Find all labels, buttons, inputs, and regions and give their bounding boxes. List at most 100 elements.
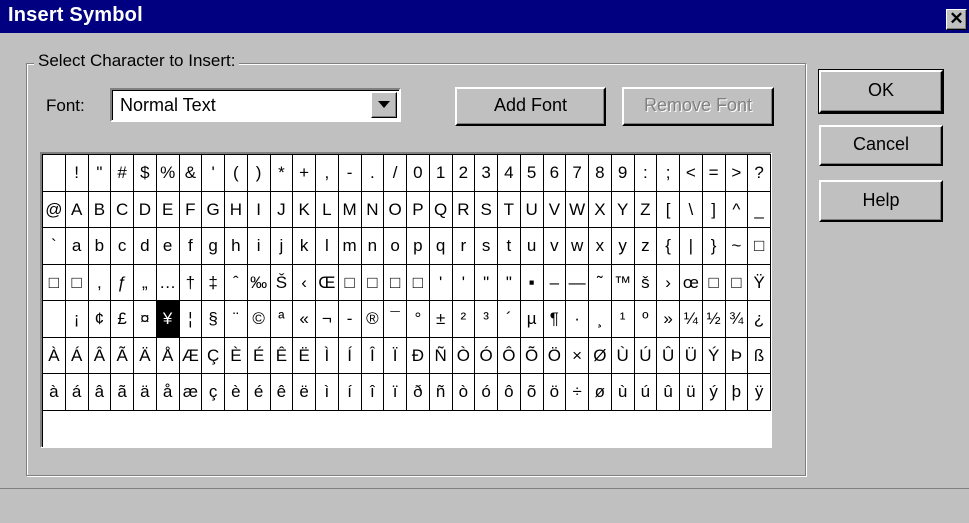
- char-cell[interactable]: 2: [452, 155, 476, 192]
- char-cell[interactable]: ¢: [88, 301, 112, 338]
- char-cell[interactable]: ‹: [293, 264, 316, 301]
- char-cell[interactable]: e: [156, 228, 180, 265]
- char-cell[interactable]: °: [407, 301, 430, 338]
- char-cell[interactable]: /: [384, 155, 407, 192]
- char-cell[interactable]: †: [179, 264, 203, 301]
- char-cell[interactable]: ®: [361, 301, 385, 338]
- char-cell[interactable]: á: [65, 374, 89, 411]
- add-font-button[interactable]: Add Font: [455, 87, 606, 126]
- char-cell[interactable]: E: [156, 191, 180, 228]
- char-cell[interactable]: k: [293, 228, 316, 265]
- char-cell[interactable]: D: [134, 191, 157, 228]
- char-cell[interactable]: Ò: [452, 337, 476, 374]
- char-cell[interactable]: .: [361, 155, 385, 192]
- char-cell[interactable]: ": [475, 264, 498, 301]
- char-cell[interactable]: □: [725, 264, 749, 301]
- char-cell[interactable]: B: [88, 191, 112, 228]
- char-cell[interactable]: ‰: [247, 264, 271, 301]
- char-cell[interactable]: }: [702, 228, 726, 265]
- char-cell[interactable]: ñ: [429, 374, 453, 411]
- char-cell[interactable]: 1: [429, 155, 453, 192]
- char-cell[interactable]: ¦: [179, 301, 203, 338]
- char-cell[interactable]: ': [452, 264, 476, 301]
- char-cell[interactable]: S: [475, 191, 498, 228]
- char-cell[interactable]: y: [611, 228, 635, 265]
- char-cell[interactable]: ×: [566, 337, 589, 374]
- char-cell[interactable]: ª: [270, 301, 294, 338]
- char-cell[interactable]: Ÿ: [748, 264, 771, 301]
- char-cell[interactable]: è: [225, 374, 248, 411]
- char-cell[interactable]: È: [225, 337, 248, 374]
- char-cell[interactable]: 6: [543, 155, 567, 192]
- char-cell[interactable]: ": [88, 155, 112, 192]
- char-cell[interactable]: \: [680, 191, 703, 228]
- close-button[interactable]: ✕: [946, 9, 967, 30]
- char-cell[interactable]: ›: [657, 264, 680, 301]
- char-cell[interactable]: ▪: [520, 264, 544, 301]
- char-cell[interactable]: @: [43, 191, 66, 228]
- char-cell[interactable]: ¡: [65, 301, 89, 338]
- char-cell[interactable]: ‡: [202, 264, 225, 301]
- char-cell[interactable]: Ñ: [429, 337, 453, 374]
- char-cell[interactable]: ^: [725, 191, 749, 228]
- char-cell[interactable]: 3: [475, 155, 498, 192]
- char-cell[interactable]: Í: [338, 337, 362, 374]
- char-cell[interactable]: û: [657, 374, 680, 411]
- char-cell[interactable]: À: [43, 337, 66, 374]
- char-cell[interactable]: ´: [498, 301, 521, 338]
- char-cell[interactable]: □: [361, 264, 385, 301]
- char-cell[interactable]: I: [247, 191, 271, 228]
- font-dropdown[interactable]: Normal Text: [110, 88, 401, 122]
- char-cell[interactable]: ú: [634, 374, 658, 411]
- char-cell[interactable]: □: [65, 264, 89, 301]
- char-cell[interactable]: ˆ: [225, 264, 248, 301]
- char-cell[interactable]: æ: [179, 374, 203, 411]
- char-cell[interactable]: í: [338, 374, 362, 411]
- char-cell[interactable]: å: [156, 374, 180, 411]
- char-cell[interactable]: Â: [88, 337, 112, 374]
- char-cell[interactable]: i: [247, 228, 271, 265]
- char-cell[interactable]: ~: [725, 228, 749, 265]
- char-cell[interactable]: Ç: [202, 337, 225, 374]
- char-cell[interactable]: ð: [407, 374, 430, 411]
- char-cell[interactable]: ¸: [589, 301, 612, 338]
- char-cell[interactable]: M: [338, 191, 362, 228]
- char-cell[interactable]: Ö: [543, 337, 567, 374]
- char-cell[interactable]: w: [566, 228, 589, 265]
- char-cell[interactable]: m: [338, 228, 362, 265]
- char-cell[interactable]: G: [202, 191, 225, 228]
- char-cell[interactable]: «: [293, 301, 316, 338]
- char-cell[interactable]: %: [156, 155, 180, 192]
- char-cell[interactable]: ]: [702, 191, 726, 228]
- char-cell[interactable]: ±: [429, 301, 453, 338]
- char-cell[interactable]: Ä: [134, 337, 157, 374]
- char-cell[interactable]: f: [179, 228, 203, 265]
- char-cell[interactable]: Y: [611, 191, 635, 228]
- char-cell[interactable]: ?: [748, 155, 771, 192]
- char-cell[interactable]: O: [384, 191, 407, 228]
- char-cell[interactable]: L: [316, 191, 339, 228]
- char-cell[interactable]: a: [65, 228, 89, 265]
- char-cell[interactable]: -: [338, 301, 362, 338]
- char-cell[interactable]: à: [43, 374, 66, 411]
- char-cell[interactable]: q: [429, 228, 453, 265]
- char-cell[interactable]: W: [566, 191, 589, 228]
- char-cell[interactable]: J: [270, 191, 294, 228]
- char-cell[interactable]: 5: [520, 155, 544, 192]
- char-cell[interactable]: Œ: [316, 264, 339, 301]
- char-cell[interactable]: Ô: [498, 337, 521, 374]
- char-cell[interactable]: Ê: [270, 337, 294, 374]
- char-cell[interactable]: ,: [316, 155, 339, 192]
- char-cell[interactable]: ³: [475, 301, 498, 338]
- char-cell[interactable]: r: [452, 228, 476, 265]
- char-cell[interactable]: µ: [520, 301, 544, 338]
- char-cell[interactable]: ë: [293, 374, 316, 411]
- char-cell[interactable]: +: [293, 155, 316, 192]
- char-cell[interactable]: n: [361, 228, 385, 265]
- char-cell[interactable]: Ë: [293, 337, 316, 374]
- char-cell[interactable]: □: [43, 264, 66, 301]
- char-cell[interactable]: :: [634, 155, 658, 192]
- char-cell[interactable]: â: [88, 374, 112, 411]
- help-button[interactable]: Help: [819, 180, 943, 222]
- char-cell[interactable]: £: [111, 301, 134, 338]
